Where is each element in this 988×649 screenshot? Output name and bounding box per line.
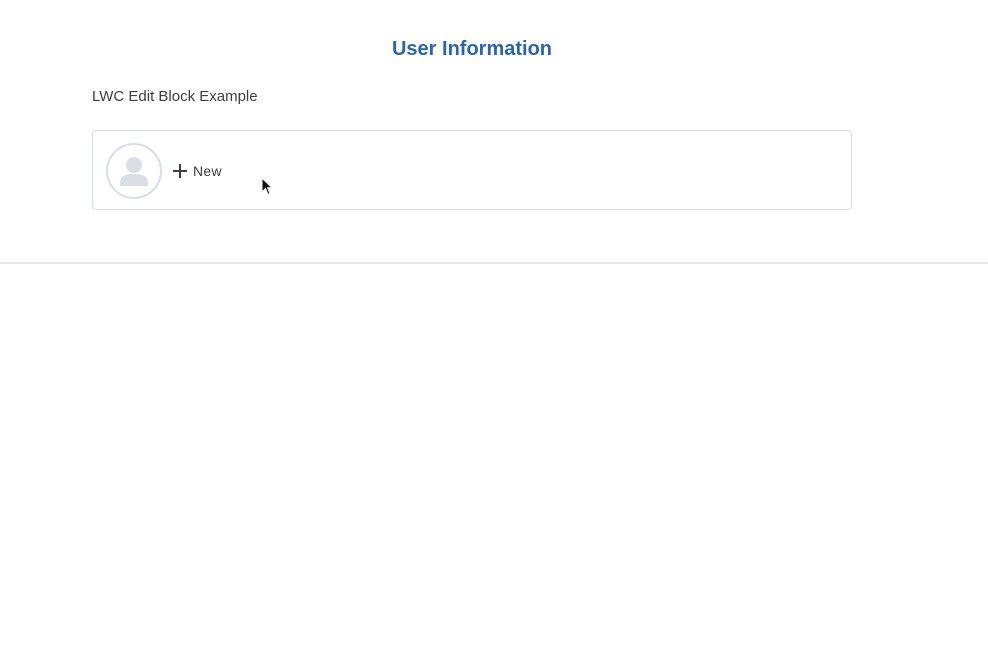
page-title: User Information xyxy=(391,38,553,60)
page: User Information LWC Edit Block Example … xyxy=(0,0,988,649)
user-avatar-icon xyxy=(106,143,162,199)
plus-icon xyxy=(173,164,187,178)
user-card: New xyxy=(92,130,852,210)
page-subtitle: LWC Edit Block Example xyxy=(92,88,258,105)
new-button[interactable]: New xyxy=(171,159,224,183)
mouse-cursor-icon xyxy=(261,177,273,196)
new-button-label: New xyxy=(193,163,222,179)
section-divider xyxy=(0,262,988,264)
